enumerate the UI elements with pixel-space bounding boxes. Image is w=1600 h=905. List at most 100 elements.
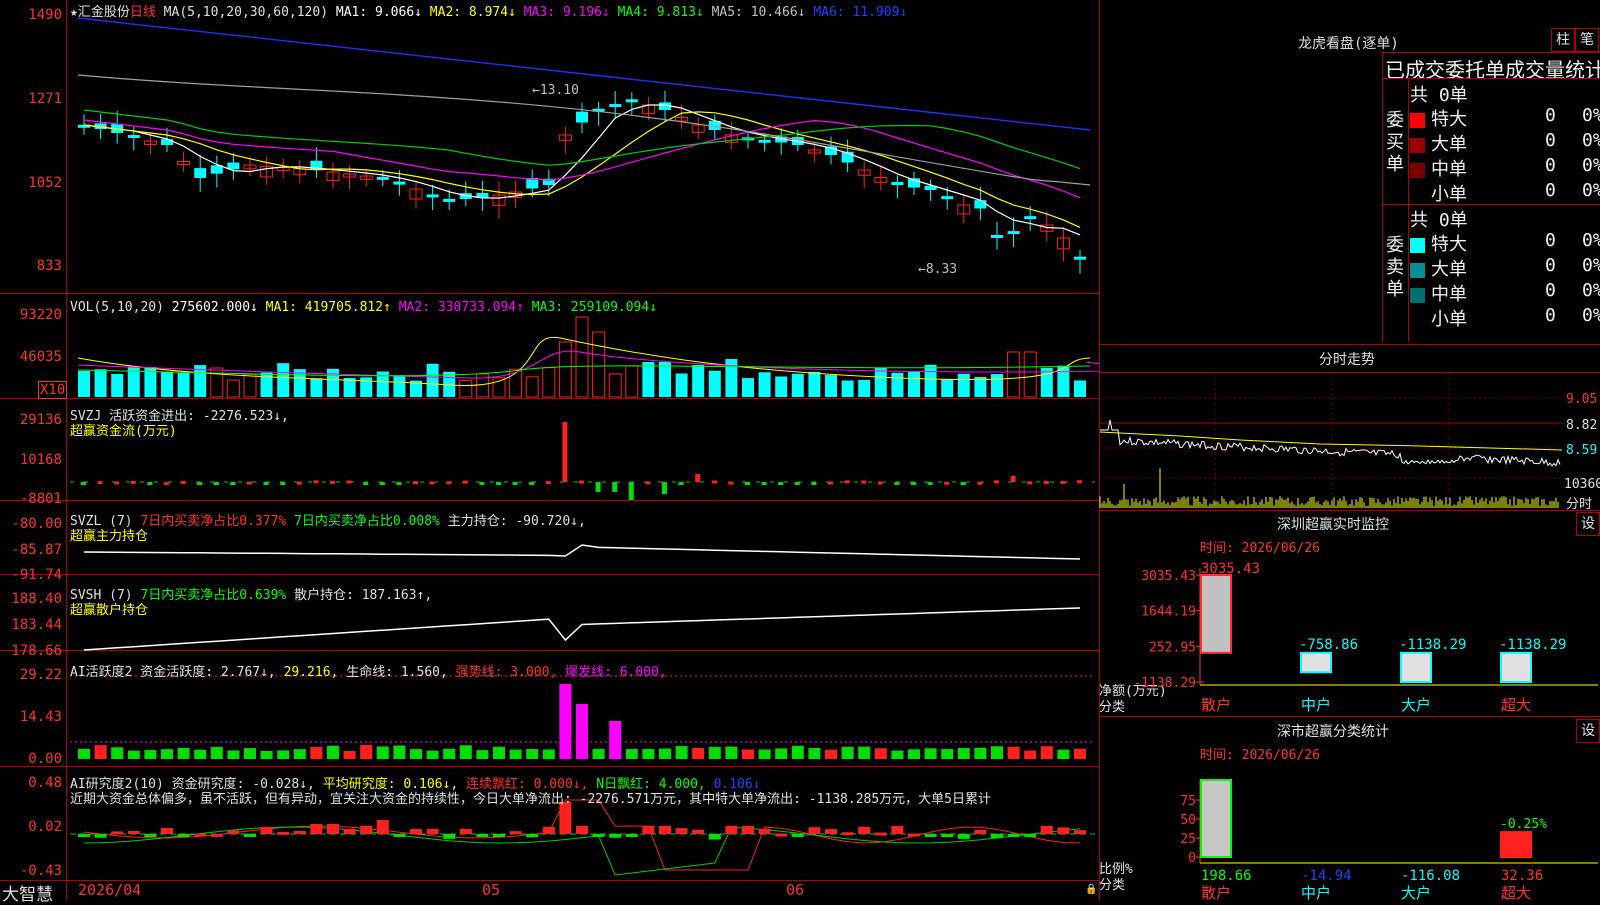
order-size-label: 特大 — [1431, 109, 1467, 130]
activity-bar — [1024, 750, 1037, 759]
order-row: 特大 0 0% — [1410, 230, 1600, 256]
activity-bar — [277, 750, 290, 759]
color-swatch — [1410, 262, 1425, 278]
order-percent: 0% — [1582, 305, 1600, 326]
price-axis-tick: 1490 — [28, 7, 62, 23]
volume-bar — [675, 373, 688, 397]
activity-bar — [858, 746, 871, 759]
lock-icon[interactable]: 🔒 — [1085, 884, 1097, 895]
order-size-label: 小单 — [1431, 309, 1467, 330]
order-percent: 0% — [1582, 105, 1600, 126]
category-label: 中户 — [1301, 884, 1331, 900]
order-count: 0 — [1545, 105, 1556, 126]
activity-bar — [376, 746, 389, 759]
order-percent: 0% — [1582, 180, 1600, 201]
activity-bar — [94, 745, 107, 759]
settings-button[interactable]: 设 — [1576, 512, 1600, 536]
volume-bar — [891, 372, 904, 397]
price-axis-tick: 1052 — [28, 175, 62, 191]
x-axis-label: 分类 — [1099, 878, 1126, 893]
svzl-param: 7日内买卖净占比0.377% — [140, 514, 287, 529]
activity-bar — [542, 749, 555, 759]
fund-flow-bar — [296, 481, 302, 485]
intraday-axis-tick: 8.59 — [1566, 443, 1598, 458]
tick-mode-button[interactable]: 笔 — [1575, 28, 1599, 52]
volume-value: 275602.000↓ — [171, 300, 258, 315]
volume-bar — [608, 373, 622, 398]
volume-bar — [957, 373, 970, 397]
bar-mode-button[interactable]: 柱 — [1551, 28, 1575, 52]
intraday-title: 分时走势 — [1319, 352, 1375, 368]
price-header: ★汇金股份日线 MA(5,10,20,30,60,120) MA1: 9.066… — [70, 1, 907, 20]
fund-flow-bar — [164, 481, 169, 485]
candle — [991, 234, 1003, 238]
category-label: 超大 — [1501, 884, 1531, 900]
data-label: -116.08 — [1401, 868, 1460, 884]
brand-logo: 大智慧 — [2, 885, 53, 905]
price-chart[interactable] — [0, 0, 1099, 900]
volume-bar — [243, 373, 257, 398]
order-row: 大单 0 0% — [1410, 255, 1600, 281]
research-bar — [343, 828, 356, 834]
volume-bar — [924, 364, 937, 397]
fund-flow-bar — [695, 474, 701, 482]
fund-flow-bar — [114, 481, 120, 485]
research-bar — [459, 828, 472, 834]
volume-axis-tick: 46035 — [19, 349, 62, 365]
activity-bar — [825, 749, 837, 759]
research-bar — [1024, 834, 1037, 837]
activity-bar — [410, 749, 422, 759]
fund-flow-bar — [844, 480, 850, 484]
activity-bar — [476, 750, 489, 759]
activity-bar — [426, 750, 439, 759]
stock-name[interactable]: ★汇金股份 — [70, 5, 130, 20]
volume-bar — [825, 375, 837, 397]
research-bar — [1057, 827, 1070, 834]
activity-bar — [210, 747, 223, 759]
sell-total: 共 0单 — [1410, 210, 1468, 231]
volume-bar — [908, 371, 920, 397]
activity-bar — [393, 745, 406, 759]
activity-bar — [443, 748, 456, 759]
main-right-divider — [1099, 0, 1100, 900]
activity-bar — [742, 749, 754, 759]
activity-bar — [841, 746, 854, 759]
candle — [376, 176, 389, 180]
fund-flow-bar — [446, 481, 452, 485]
period-label[interactable]: 日线 — [130, 5, 156, 20]
sz-class-title: 深市超赢分类统计 — [1277, 724, 1389, 740]
activity-bar — [293, 749, 306, 759]
research-bar — [376, 820, 389, 834]
fund-flow-bar — [130, 480, 136, 484]
volume-ma2: MA2: 330733.094↑ — [398, 300, 524, 315]
activity-bar — [310, 746, 323, 759]
fund-flow-bar — [944, 481, 950, 485]
top-label: -0.25% — [1500, 817, 1547, 832]
volume-bar — [277, 363, 290, 397]
monitor-bar — [1500, 651, 1532, 684]
activity-bar — [1057, 749, 1070, 759]
activity-bar — [194, 749, 207, 759]
y-axis-tick: 75 — [1180, 794, 1196, 809]
settings-button[interactable]: 设 — [1576, 719, 1600, 743]
activity-bar — [941, 749, 954, 759]
ai-active-param: 强势线: 3.000, — [455, 665, 558, 680]
candle — [393, 181, 406, 185]
volume-bar — [991, 373, 1003, 397]
research-bar — [111, 831, 124, 835]
y-axis-tick: 0 — [1188, 851, 1196, 866]
svsh-param: 7日内买卖净占比0.639% — [140, 588, 287, 603]
color-swatch — [1410, 287, 1425, 303]
activity-bar — [725, 746, 738, 759]
research-bar — [161, 827, 173, 834]
volume-bar — [327, 368, 339, 397]
activity-bar — [327, 745, 339, 759]
research-bar — [659, 825, 671, 834]
volume-bar — [791, 373, 804, 397]
fund-flow-bar — [413, 481, 418, 485]
activity-bar — [127, 750, 140, 759]
volume-unit-badge: X10 — [38, 381, 68, 399]
fund-flow-bar — [628, 482, 634, 500]
order-count: 0 — [1545, 180, 1556, 201]
category-label: 散户 — [1201, 884, 1231, 900]
